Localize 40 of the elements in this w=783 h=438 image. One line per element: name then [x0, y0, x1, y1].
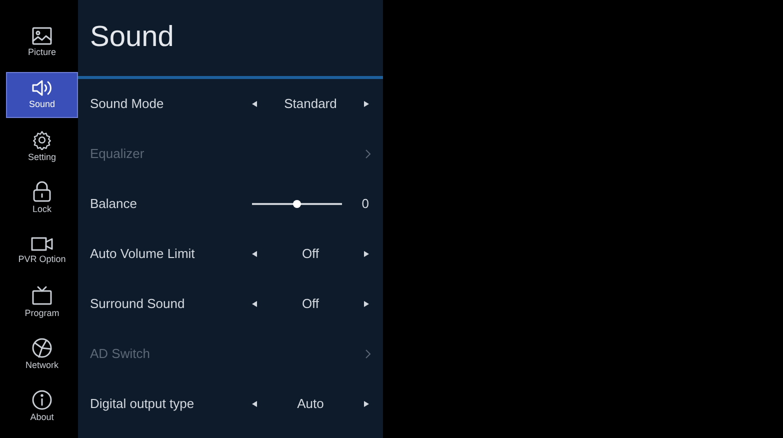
sidebar-item[interactable]: Network	[6, 332, 78, 378]
right-arrow-icon[interactable]	[364, 401, 369, 407]
sidebar-item[interactable]: Lock	[6, 176, 78, 222]
speaker-icon	[31, 78, 53, 97]
sidebar-item[interactable]: Program	[6, 280, 78, 326]
sidebar-item[interactable]: Sound	[6, 72, 78, 118]
padlock-icon	[33, 181, 51, 202]
left-arrow-icon[interactable]	[252, 101, 257, 107]
globe-icon	[32, 338, 52, 358]
image-icon	[32, 26, 52, 45]
info-icon	[32, 390, 52, 410]
sidebar-item[interactable]: Setting	[6, 124, 78, 170]
setting-label: Surround Sound	[90, 295, 186, 314]
right-arrow-icon[interactable]	[364, 251, 369, 257]
setting-label: Digital output type	[90, 395, 196, 414]
setting-value: Auto	[297, 395, 324, 414]
slider-thumb[interactable]	[293, 200, 301, 208]
video-camera-icon	[31, 236, 53, 252]
television-icon	[32, 286, 52, 306]
setting-value: Standard	[284, 95, 337, 114]
right-arrow-icon[interactable]	[364, 101, 369, 107]
balance-reading: 0	[362, 195, 369, 214]
chevron-right-icon[interactable]	[365, 349, 371, 359]
setting-label: Equalizer	[90, 145, 146, 164]
gear-icon	[32, 130, 52, 150]
sidebar-item[interactable]: About	[6, 384, 78, 430]
panel-title: Sound	[90, 20, 174, 56]
left-arrow-icon[interactable]	[252, 401, 257, 407]
setting-value: Off	[302, 295, 320, 314]
setting-label: Sound Mode	[90, 95, 165, 114]
setting-value: Off	[302, 245, 320, 264]
chevron-right-icon[interactable]	[365, 149, 371, 159]
sidebar-item[interactable]: Picture	[6, 20, 78, 66]
sidebar-item[interactable]: PVR Option	[6, 228, 78, 274]
left-arrow-icon[interactable]	[252, 251, 257, 257]
setting-label: Auto Volume Limit	[90, 245, 196, 264]
setting-label: AD Switch	[90, 345, 151, 364]
setting-label: Balance	[90, 195, 138, 214]
right-arrow-icon[interactable]	[364, 301, 369, 307]
left-arrow-icon[interactable]	[252, 301, 257, 307]
